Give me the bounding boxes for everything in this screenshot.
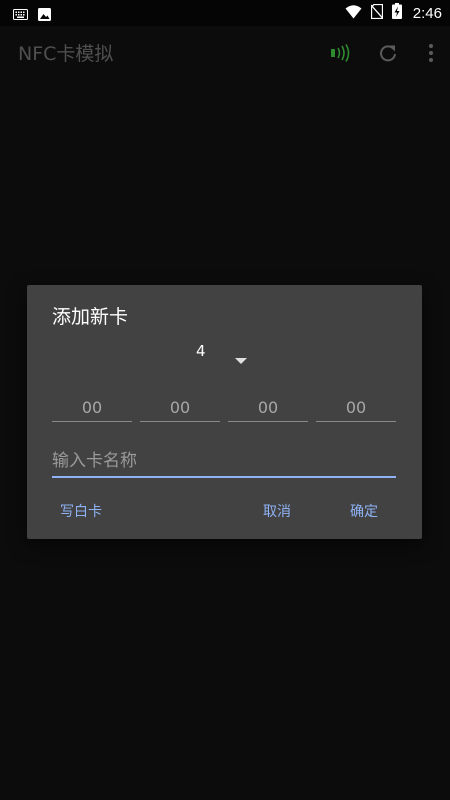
write-blank-card-button[interactable]: 写白卡 <box>60 501 102 521</box>
refresh-icon[interactable] <box>376 41 400 65</box>
battery-charging-icon <box>391 3 402 23</box>
cancel-button[interactable]: 取消 <box>263 501 291 521</box>
nfc-signal-icon[interactable] <box>329 41 353 65</box>
hex-byte-input-4[interactable] <box>316 393 396 421</box>
add-card-dialog: 添加新卡 4 写白卡 取消 确定 <box>27 285 422 539</box>
hex-byte-field-2[interactable] <box>140 393 220 422</box>
card-name-field[interactable] <box>52 446 396 478</box>
dropdown-arrow-icon <box>235 349 247 368</box>
card-name-input[interactable] <box>52 446 396 476</box>
keyboard-icon <box>13 6 28 25</box>
hex-byte-input-2[interactable] <box>140 393 220 421</box>
length-spinner[interactable]: 4 <box>190 341 280 364</box>
hex-byte-input-3[interactable] <box>228 393 308 421</box>
no-sim-icon <box>370 3 384 23</box>
spinner-value: 4 <box>196 342 206 360</box>
status-bar: 2:46 <box>0 0 450 26</box>
hex-byte-field-3[interactable] <box>228 393 308 422</box>
status-time: 2:46 <box>412 4 442 22</box>
image-icon <box>38 6 51 25</box>
wifi-icon <box>345 4 362 23</box>
hex-byte-field-1[interactable] <box>52 393 132 422</box>
dialog-title: 添加新卡 <box>52 306 129 328</box>
hex-byte-input-1[interactable] <box>52 393 132 421</box>
app-title: NFC卡模拟 <box>18 43 114 65</box>
app-bar: NFC卡模拟 <box>0 26 450 80</box>
hex-byte-field-4[interactable] <box>316 393 396 422</box>
more-vert-icon[interactable] <box>419 41 443 65</box>
confirm-button[interactable]: 确定 <box>350 501 378 521</box>
